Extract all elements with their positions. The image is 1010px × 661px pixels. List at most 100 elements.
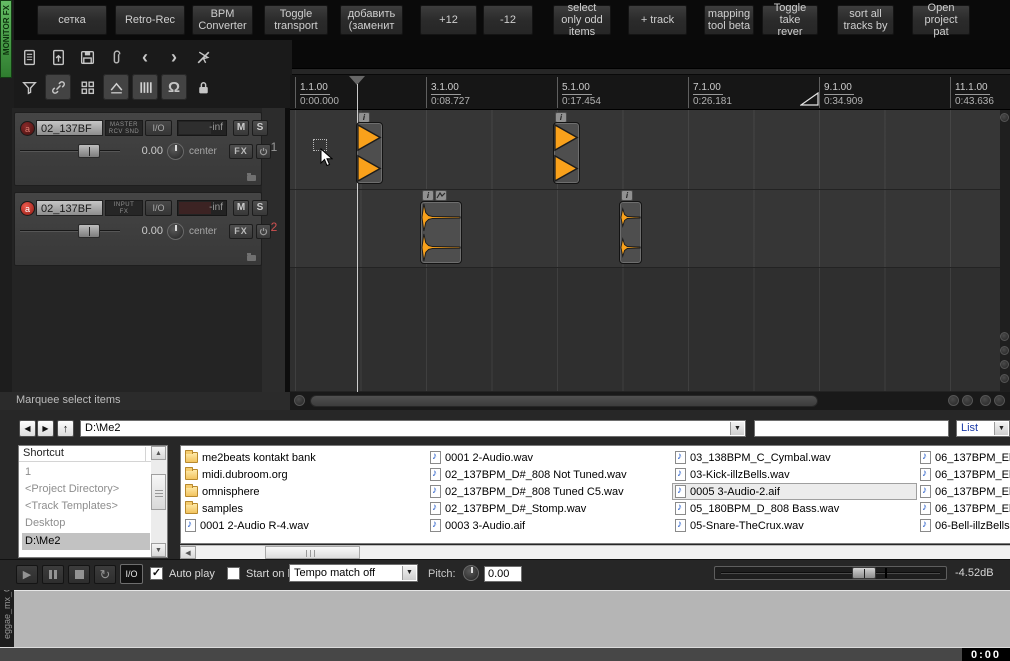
shortcut-item[interactable]: 1 — [22, 464, 150, 481]
start-on-bar-checkbox[interactable] — [227, 567, 240, 580]
file-list-item[interactable]: 0001 2-Audio R-4.wav — [185, 518, 309, 533]
fader-thumb[interactable] — [78, 224, 100, 238]
arrange-horizontal-scrollbar[interactable] — [290, 392, 1010, 410]
envelope-tool-icon[interactable] — [103, 74, 129, 100]
column-divider[interactable] — [145, 447, 146, 461]
routing-button[interactable]: INPUT FX — [105, 200, 143, 216]
folder-collapse-icon[interactable] — [247, 173, 256, 181]
file-list-item[interactable]: 05-Snare-TheCrux.wav — [675, 518, 804, 533]
empty-lane-area[interactable] — [290, 268, 1010, 392]
open-project-icon[interactable] — [45, 44, 71, 70]
toolbar-button-add-replace[interactable]: добавить (заменит — [340, 5, 403, 35]
volume-slider-thumb[interactable] — [852, 567, 876, 579]
vscroll-zoom-button[interactable] — [1000, 360, 1009, 369]
solo-button[interactable]: S — [252, 200, 268, 216]
vscroll-zoom-button[interactable] — [1000, 332, 1009, 341]
preview-io-button[interactable]: I/O — [120, 564, 143, 584]
vscroll-zoom-button[interactable] — [1000, 346, 1009, 355]
mute-button[interactable]: M — [233, 120, 249, 136]
explorer-back-button[interactable]: ◀ — [19, 420, 36, 437]
file-list-item[interactable]: 05_180BPM_D_808 Bass.wav — [675, 501, 839, 516]
grid-view-icon[interactable] — [74, 74, 100, 100]
tempo-dropdown-icon[interactable]: ▼ — [402, 566, 416, 580]
shortcut-item-selected[interactable]: D:\Me2 — [22, 533, 150, 550]
shortcut-item[interactable]: <Project Directory> — [22, 481, 150, 498]
scrollbar-thumb[interactable] — [151, 474, 166, 510]
preview-stop-button[interactable] — [68, 565, 90, 584]
arrange-vertical-scrollbar[interactable] — [1000, 110, 1010, 392]
fx-button[interactable]: FX — [229, 224, 253, 239]
record-arm-button[interactable]: a — [20, 201, 35, 216]
scroll-down-icon[interactable]: ▼ — [151, 543, 166, 557]
file-list-item[interactable]: 02_137BPM_D#_808 Tuned C5.wav — [430, 484, 624, 499]
redo-icon[interactable]: › — [161, 44, 187, 70]
track-number-2[interactable]: 2 — [263, 220, 285, 234]
timeline-ruler[interactable]: 1.1.00 0:00.000 3.1.00 0:08.727 5.1.00 0:17… — [290, 75, 1010, 110]
horizontal-zoom-scrollbar[interactable] — [292, 68, 1010, 74]
fader-thumb[interactable] — [78, 144, 100, 158]
toolbar-button-mapping-tool[interactable]: mapping tool beta — [704, 5, 754, 35]
file-list-item[interactable]: me2beats kontakt bank — [185, 450, 316, 465]
file-list-item[interactable]: 0003 3-Audio.aif — [430, 518, 525, 533]
new-project-icon[interactable] — [16, 44, 42, 70]
bottom-dock-panel[interactable] — [14, 590, 1010, 647]
explorer-filter-input[interactable] — [754, 420, 949, 437]
item-info-badge[interactable]: i — [621, 190, 633, 201]
item-envelope-badge[interactable] — [435, 190, 447, 201]
toolbar-button-toggle-take-reverse[interactable]: Toggle take rever — [762, 2, 818, 38]
view-mode-dropdown-icon[interactable]: ▼ — [994, 422, 1008, 435]
file-pane-hscrollbar[interactable]: ◀ — [180, 545, 1010, 559]
snap-magnet-icon[interactable]: Ω — [161, 74, 187, 100]
scroll-left-icon[interactable]: ◀ — [180, 546, 196, 559]
track-lane-2[interactable] — [290, 190, 1010, 268]
no-autocrossfade-icon[interactable] — [190, 44, 216, 70]
explorer-view-mode-combobox[interactable]: List ▼ — [956, 420, 1010, 437]
scrollbar-thumb[interactable] — [265, 546, 360, 559]
media-item[interactable] — [553, 122, 580, 184]
mute-button[interactable]: M — [233, 200, 249, 216]
file-list-item[interactable]: 06-Bell-illzBells — [920, 518, 1010, 533]
track-name-field[interactable]: 02_137BF — [36, 120, 103, 136]
file-list-item[interactable]: 03_138BPM_C_Cymbal.wav — [675, 450, 831, 465]
pitch-value-field[interactable]: 0.00 — [484, 566, 522, 582]
grid-lines-icon[interactable] — [132, 74, 158, 100]
file-list-item[interactable]: 06_137BPM_Eb — [920, 501, 1010, 516]
explorer-forward-button[interactable]: ▶ — [37, 420, 54, 437]
hscroll-zoom-button[interactable] — [948, 395, 959, 406]
pan-knob[interactable] — [167, 223, 184, 240]
volume-display[interactable]: -inf — [177, 200, 227, 216]
lock-icon[interactable] — [190, 74, 216, 100]
hscroll-zoom-button[interactable] — [994, 395, 1005, 406]
record-arm-button[interactable]: a — [20, 121, 35, 136]
toolbar-button-open-project-path[interactable]: Open project pat — [912, 2, 970, 38]
solo-button[interactable]: S — [252, 120, 268, 136]
track-lane-1[interactable] — [290, 110, 1010, 190]
select-tool-icon[interactable] — [16, 74, 42, 100]
explorer-path-combobox[interactable]: D:\Me2 ▼ — [80, 420, 746, 437]
toolbar-button-minus-12[interactable]: -12 — [483, 5, 533, 35]
preview-play-button[interactable]: ▶ — [16, 565, 38, 584]
undo-icon[interactable]: ‹ — [132, 44, 158, 70]
media-item[interactable] — [619, 201, 642, 264]
path-dropdown-icon[interactable]: ▼ — [730, 422, 744, 435]
preview-loop-button[interactable]: ↻ — [94, 565, 116, 584]
explorer-up-button[interactable]: ↑ — [57, 420, 74, 437]
file-list-item[interactable]: 02_137BPM_D#_808 Not Tuned.wav — [430, 467, 627, 482]
file-list-item[interactable]: omnisphere — [185, 484, 259, 499]
volume-fader[interactable] — [20, 144, 120, 158]
file-list-item[interactable]: 06_137BPM_Eb — [920, 450, 1010, 465]
monitor-fx-tab[interactable]: MONITOR FX — [0, 0, 12, 78]
pitch-knob[interactable] — [463, 565, 479, 581]
scroll-up-icon[interactable]: ▲ — [151, 446, 166, 460]
media-item[interactable] — [420, 201, 462, 264]
file-list-item-selected[interactable]: 0005 3-Audio-2.aif — [672, 483, 917, 500]
hscroll-zoom-button[interactable] — [294, 395, 305, 406]
autoplay-checkbox[interactable]: ✓ — [150, 567, 163, 580]
item-info-badge[interactable]: i — [422, 190, 434, 201]
track-number-1[interactable]: 1 — [263, 140, 285, 154]
tempo-match-combobox[interactable]: Tempo match off ▼ — [289, 564, 418, 582]
toolbar-button-retro-rec[interactable]: Retro-Rec — [115, 5, 185, 35]
routing-button[interactable]: MASTER RCV SND — [105, 120, 143, 136]
file-list-item[interactable]: 03-Kick-illzBells.wav — [675, 467, 790, 482]
shortcut-item[interactable]: <Track Templates> — [22, 498, 150, 515]
